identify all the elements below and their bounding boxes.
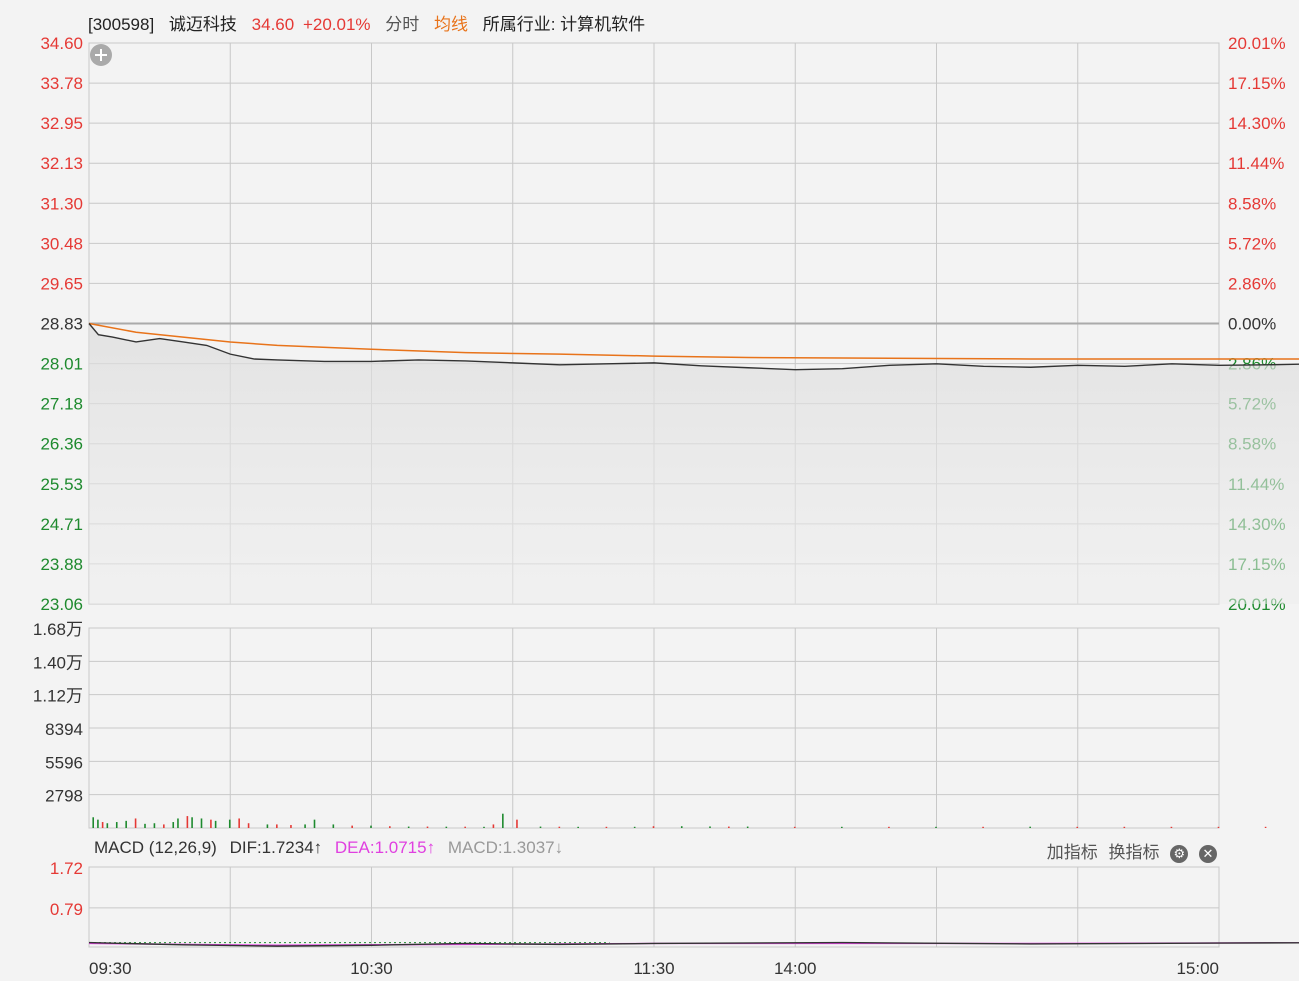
dif-line	[88, 941, 1299, 947]
volume-tick-label: 1.12万	[33, 687, 83, 706]
volume-tick-label: 1.68万	[33, 620, 83, 639]
price-tick-label: 32.95	[40, 114, 83, 133]
volume-tick-label: 5596	[45, 753, 83, 772]
percent-tick-label: 5.72%	[1228, 234, 1276, 253]
price-tick-label: 26.36	[40, 435, 83, 454]
percent-tick-label: 17.15%	[1228, 74, 1286, 93]
time-tick-label: 15:00	[1176, 959, 1219, 978]
add-indicator-button[interactable]: 加指标	[1047, 843, 1098, 862]
price-tick-label: 27.18	[40, 395, 83, 414]
price-tick-label: 24.71	[40, 515, 83, 534]
macd-tick-label: 0.79	[50, 900, 83, 919]
dif-value: DIF:1.7234↑	[229, 838, 323, 857]
price-tick-label: 30.48	[40, 234, 83, 253]
time-tick-label: 14:00	[774, 959, 817, 978]
time-tick-label: 10:30	[350, 959, 393, 978]
macd-header: MACD (12,26,9) DIF:1.7234↑ DEA:1.0715↑ M…	[94, 838, 571, 858]
macd-title[interactable]: MACD (12,26,9)	[94, 838, 217, 857]
gear-icon[interactable]: ⚙	[1170, 844, 1189, 863]
percent-tick-label: 2.86%	[1228, 274, 1276, 293]
price-line	[88, 323, 1299, 371]
switch-indicator-button[interactable]: 换指标	[1109, 843, 1160, 862]
volume-tick-label: 8394	[45, 720, 83, 739]
time-tick-label: 11:30	[633, 959, 674, 978]
price-tick-label: 32.13	[40, 154, 83, 173]
price-tick-label: 23.88	[40, 555, 83, 574]
percent-tick-label: 8.58%	[1228, 194, 1276, 213]
price-tick-label: 33.78	[40, 74, 83, 93]
percent-tick-label: 20.01%	[1228, 34, 1286, 53]
percent-tick-label: 14.30%	[1228, 114, 1286, 133]
macd-tick-label: 1.72	[50, 859, 83, 878]
time-tick-label: 09:30	[89, 959, 132, 978]
dea-line	[88, 942, 1299, 946]
macd-value: MACD:1.3037↓	[447, 838, 564, 857]
price-tick-label: 31.30	[40, 194, 83, 213]
avg-price-line	[88, 322, 1299, 360]
price-tick-label: 28.83	[40, 315, 83, 334]
macd-tools: 加指标 换指标 ⚙ ✕	[1041, 838, 1217, 863]
stock-chart: 34.60 20.01% 33.78 17.15% 32.95 14.30% 32.13 11…	[33, 34, 1299, 978]
price-tick-label: 34.60	[40, 34, 83, 53]
dea-value: DEA:1.0715↑	[334, 838, 436, 857]
price-tick-label: 23.06	[40, 595, 83, 614]
percent-tick-label: 11.44%	[1228, 154, 1284, 173]
price-tick-label: 25.53	[40, 475, 83, 494]
volume-tick-label: 1.40万	[33, 653, 83, 672]
price-tick-label: 28.01	[40, 355, 83, 374]
price-tick-label: 29.65	[40, 274, 83, 293]
close-icon[interactable]: ✕	[1199, 844, 1217, 863]
percent-tick-label: 0.00%	[1228, 315, 1276, 334]
volume-tick-label: 2798	[45, 787, 83, 806]
